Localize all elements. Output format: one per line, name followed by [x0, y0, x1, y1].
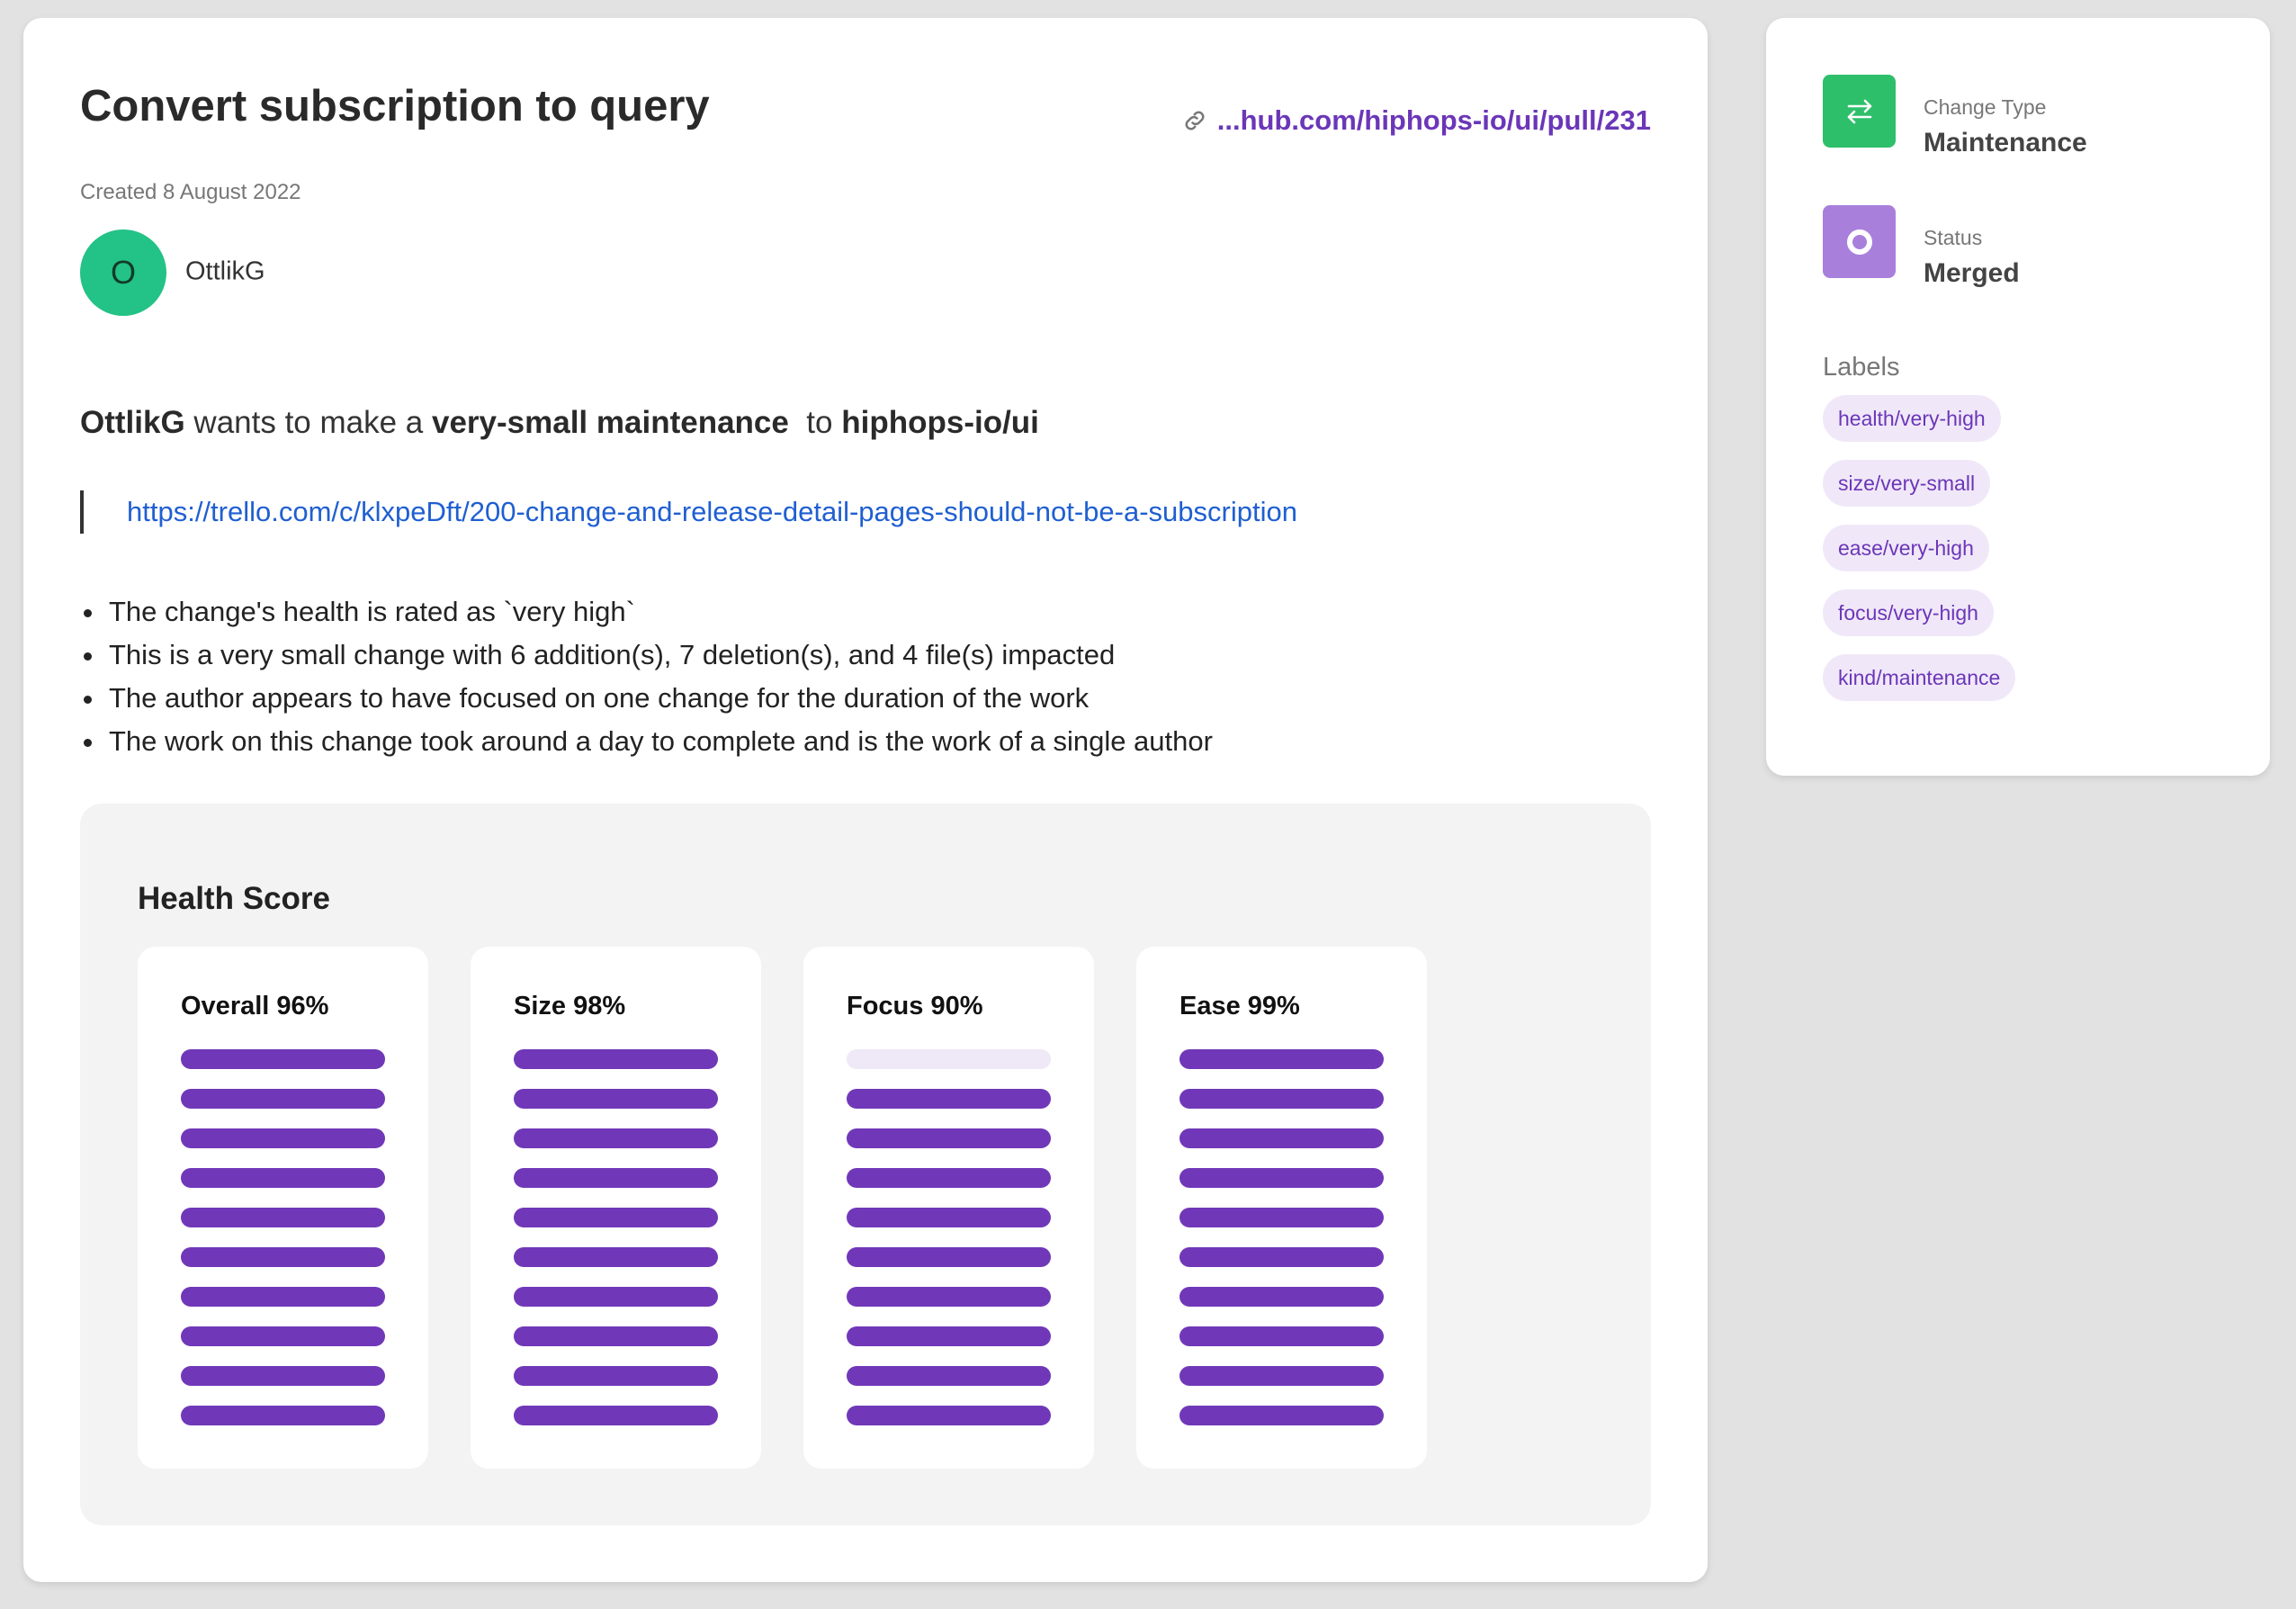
trello-link[interactable]: https://trello.com/c/klxpeDft/200-change… — [127, 496, 1297, 528]
score-bar-filled — [181, 1168, 385, 1188]
label-chip[interactable]: kind/maintenance — [1823, 654, 2016, 701]
score-bar-filled — [181, 1247, 385, 1267]
change-detail-card: Convert subscription to query ...hub.com… — [23, 18, 1708, 1582]
label-chip[interactable]: health/very-high — [1823, 395, 2001, 442]
score-bar-filled — [847, 1089, 1051, 1109]
change-type-label: Change Type — [1924, 95, 2047, 119]
merged-circle-icon — [1823, 205, 1896, 278]
score-bar-filled — [181, 1326, 385, 1346]
list-item: The work on this change took around a da… — [84, 720, 1213, 763]
score-bars — [181, 1049, 385, 1445]
summary-text-1: wants to make a — [184, 405, 432, 440]
score-bar-empty — [847, 1049, 1051, 1069]
change-meta-sidebar: Change Type Maintenance Status Merged La… — [1766, 18, 2270, 776]
score-bar-filled — [1179, 1287, 1384, 1307]
score-bars — [1179, 1049, 1384, 1445]
status-label: Status — [1924, 226, 1983, 249]
summary-text-2: to — [788, 405, 842, 440]
pull-request-link[interactable]: ...hub.com/hiphops-io/ui/pull/231 — [1181, 104, 1651, 137]
score-card-focus: Focus 90% — [803, 947, 1094, 1469]
summary-repo: hiphops-io/ui — [841, 405, 1039, 440]
score-bar-filled — [514, 1168, 718, 1188]
score-label: Focus 90% — [847, 992, 983, 1020]
page-title: Convert subscription to query — [80, 82, 710, 130]
score-bar-filled — [847, 1366, 1051, 1386]
list-item: The author appears to have focused on on… — [84, 677, 1213, 720]
score-label: Ease 99% — [1179, 992, 1300, 1020]
status-value: Merged — [1924, 258, 2020, 288]
score-bar-filled — [1179, 1049, 1384, 1069]
list-item: The change's health is rated as `very hi… — [84, 590, 1213, 634]
score-bar-filled — [181, 1089, 385, 1109]
score-bar-filled — [514, 1366, 718, 1386]
label-chip[interactable]: focus/very-high — [1823, 589, 1994, 636]
score-card-size: Size 98% — [471, 947, 761, 1469]
author-name: OttlikG — [185, 256, 265, 286]
label-chip[interactable]: size/very-small — [1823, 460, 1991, 507]
pull-request-link-text[interactable]: ...hub.com/hiphops-io/ui/pull/231 — [1217, 104, 1651, 137]
health-score-panel: Health Score Overall 96% Size 98% Focus … — [80, 804, 1651, 1525]
score-bar-filled — [847, 1326, 1051, 1346]
score-bar-filled — [181, 1128, 385, 1148]
health-score-title: Health Score — [138, 881, 330, 916]
score-bar-filled — [181, 1208, 385, 1227]
score-bar-filled — [1179, 1326, 1384, 1346]
list-item: This is a very small change with 6 addit… — [84, 634, 1213, 677]
score-bar-filled — [514, 1049, 718, 1069]
score-bar-filled — [181, 1366, 385, 1386]
score-bar-filled — [514, 1247, 718, 1267]
summary-size-kind: very-small maintenance — [431, 405, 789, 440]
link-icon — [1185, 111, 1205, 130]
score-bar-filled — [847, 1406, 1051, 1425]
trello-quote: https://trello.com/c/klxpeDft/200-change… — [80, 490, 1297, 534]
score-bar-filled — [514, 1287, 718, 1307]
score-bar-filled — [847, 1287, 1051, 1307]
score-bar-filled — [181, 1049, 385, 1069]
score-bar-filled — [847, 1168, 1051, 1188]
score-bar-filled — [1179, 1208, 1384, 1227]
score-bar-filled — [847, 1208, 1051, 1227]
change-type-value: Maintenance — [1924, 128, 2087, 157]
score-bar-filled — [1179, 1089, 1384, 1109]
labels-heading: Labels — [1823, 353, 1900, 382]
created-date: Created 8 August 2022 — [80, 180, 301, 204]
score-bar-filled — [1179, 1406, 1384, 1425]
swap-arrows-icon — [1823, 75, 1896, 148]
score-bars — [847, 1049, 1051, 1445]
score-bar-filled — [514, 1208, 718, 1227]
avatar: O — [80, 229, 166, 316]
score-card-overall: Overall 96% — [138, 947, 428, 1469]
score-label: Size 98% — [514, 992, 626, 1020]
insight-list: The change's health is rated as `very hi… — [80, 590, 1213, 763]
score-bar-filled — [514, 1089, 718, 1109]
score-bar-filled — [514, 1128, 718, 1148]
score-bar-filled — [181, 1287, 385, 1307]
score-bars — [514, 1049, 718, 1445]
score-bar-filled — [847, 1128, 1051, 1148]
score-card-ease: Ease 99% — [1136, 947, 1427, 1469]
score-bar-filled — [847, 1247, 1051, 1267]
summary-author: OttlikG — [80, 405, 185, 440]
score-bar-filled — [181, 1406, 385, 1425]
score-bar-filled — [514, 1326, 718, 1346]
score-bar-filled — [1179, 1128, 1384, 1148]
score-bar-filled — [514, 1406, 718, 1425]
change-summary: OttlikG wants to make a very-small maint… — [80, 405, 1039, 441]
score-bar-filled — [1179, 1366, 1384, 1386]
score-label: Overall 96% — [181, 992, 329, 1020]
label-chip[interactable]: ease/very-high — [1823, 525, 1989, 571]
score-bar-filled — [1179, 1168, 1384, 1188]
score-bar-filled — [1179, 1247, 1384, 1267]
